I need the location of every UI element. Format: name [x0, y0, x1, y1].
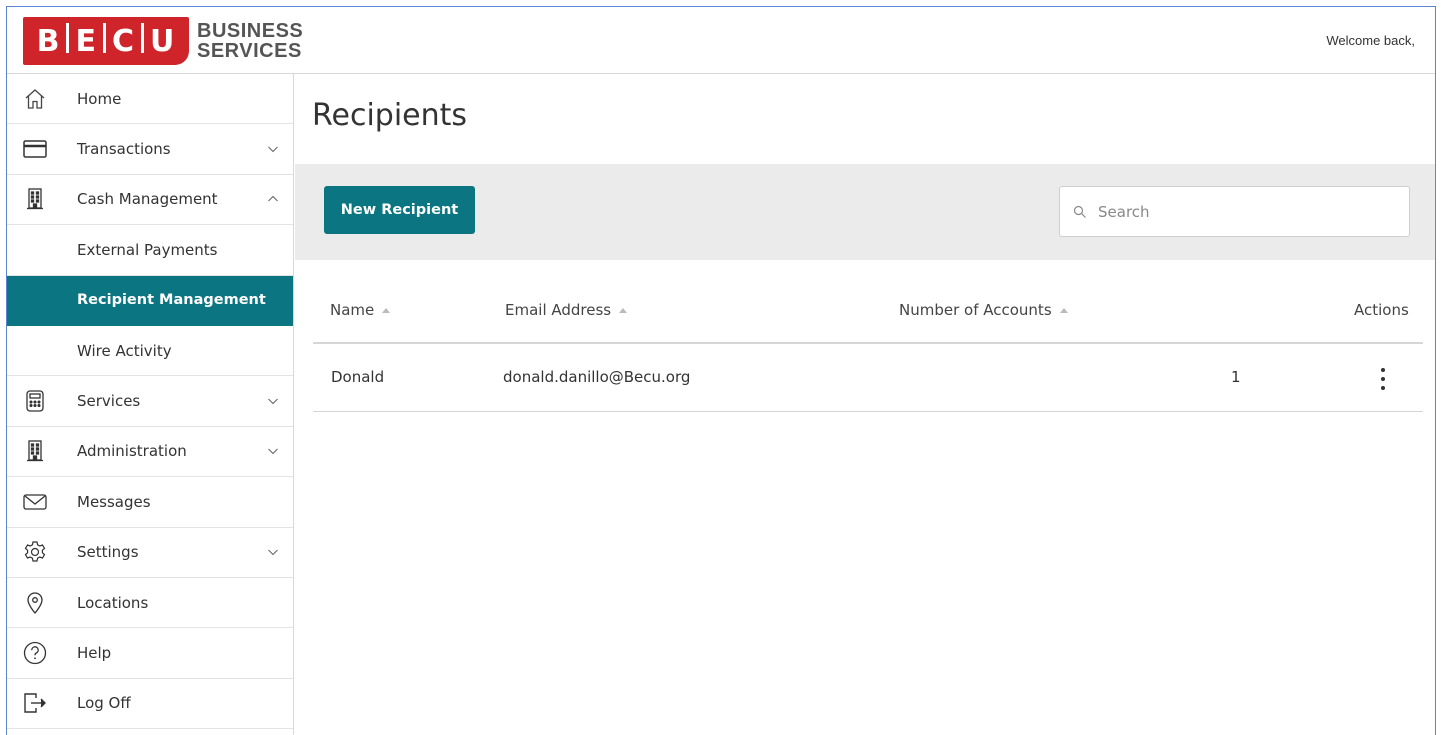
logo-letter: E [75, 23, 97, 59]
logo-separator [141, 23, 145, 53]
logo-separator [102, 23, 106, 53]
search-input[interactable] [1098, 187, 1398, 236]
logo-wordmark: BUSINESS SERVICES [197, 21, 303, 61]
envelope-icon [23, 490, 47, 514]
table-row[interactable]: Donald donald.danillo@Becu.org 1 [313, 344, 1423, 412]
recipient-email: donald.danillo@Becu.org [503, 368, 691, 386]
column-header-actions: Actions [1354, 301, 1409, 319]
search-box[interactable] [1059, 186, 1410, 237]
logo-line1: BUSINESS [197, 20, 304, 42]
sidebar-item-label: Services [77, 392, 141, 411]
sidebar-item-label: Log Off [77, 694, 131, 713]
recipients-table: Name Email Address Number of Accounts Ac… [313, 279, 1423, 412]
logo-letter: B [36, 23, 61, 59]
recipient-name: Donald [331, 368, 385, 386]
sidebar-item-label: Recipient Management [77, 292, 266, 309]
sort-arrow-icon [619, 307, 628, 313]
sidebar-item-settings[interactable]: Settings [7, 528, 293, 578]
app-window: B E C U BUSINESS SERVICES Welcome back, … [6, 6, 1436, 735]
question-icon [23, 641, 47, 665]
sidebar-item-label: Cash Management [77, 190, 218, 209]
becu-logo[interactable]: B E C U BUSINESS SERVICES [23, 17, 303, 65]
column-header-label: Actions [1354, 301, 1409, 319]
sidebar-item-label: Messages [77, 492, 151, 511]
sidebar-item-cash-management[interactable]: Cash Management [7, 175, 293, 226]
column-header-label: Number of Accounts [899, 301, 1052, 319]
logo-line2: SERVICES [197, 40, 302, 62]
chevron-down-icon [268, 449, 278, 455]
main-content: Recipients New Recipient Name Email Addr… [295, 74, 1435, 735]
location-pin-icon [23, 591, 47, 615]
sidebar-item-label: External Payments [77, 240, 218, 259]
sort-arrow-icon [382, 307, 391, 313]
recipient-account-count: 1 [1231, 368, 1241, 386]
sidebar-item-administration[interactable]: Administration [7, 427, 293, 478]
kebab-dot [1381, 377, 1385, 381]
sidebar-item-log-off[interactable]: Log Off [7, 679, 293, 730]
logo-badge: B E C U [23, 17, 189, 65]
sidebar-item-label: Help [77, 643, 112, 662]
gear-icon [23, 540, 47, 564]
header: B E C U BUSINESS SERVICES Welcome back, [7, 7, 1435, 74]
sidebar-item-label: Transactions [77, 140, 171, 159]
home-icon [23, 87, 47, 111]
column-header-accounts[interactable]: Number of Accounts [899, 301, 1068, 319]
calculator-icon [23, 389, 47, 413]
chevron-down-icon [268, 146, 278, 153]
column-header-label: Email Address [505, 301, 612, 319]
sidebar-item-home[interactable]: Home [7, 74, 293, 125]
column-header-email[interactable]: Email Address [505, 301, 628, 319]
chevron-down-icon [268, 549, 278, 556]
logo-separator [66, 23, 70, 53]
sidebar-item-recipient-management[interactable]: Recipient Management [7, 275, 293, 326]
card-icon [23, 137, 47, 161]
sort-arrow-icon [1059, 307, 1068, 313]
chevron-down-icon [268, 398, 278, 405]
column-header-label: Name [330, 301, 375, 319]
sidebar-item-help[interactable]: Help [7, 628, 293, 679]
column-header-name[interactable]: Name [330, 301, 391, 319]
sidebar-item-label: Wire Activity [77, 341, 172, 360]
sidebar-item-label: Administration [77, 442, 187, 461]
sidebar-item-label: Locations [77, 593, 149, 612]
sidebar-item-messages[interactable]: Messages [7, 477, 293, 528]
kebab-dot [1381, 368, 1385, 372]
sidebar-item-label: Home [77, 89, 122, 108]
chevron-up-icon [268, 196, 278, 202]
kebab-dot [1381, 386, 1385, 390]
building-icon [23, 187, 47, 211]
sidebar-item-transactions[interactable]: Transactions [7, 124, 293, 175]
logout-icon [23, 691, 47, 715]
sidebar-item-external-payments[interactable]: External Payments [7, 225, 293, 276]
page-title: Recipients [312, 98, 468, 133]
sidebar-item-services[interactable]: Services [7, 376, 293, 427]
sidebar: Home Transactions Cash Management Extern… [7, 74, 294, 735]
sidebar-item-wire-activity[interactable]: Wire Activity [7, 326, 293, 377]
row-actions-menu-icon[interactable] [1373, 366, 1393, 392]
logo-letter: C [111, 23, 136, 59]
logo-letter: U [150, 23, 176, 59]
search-icon [1073, 205, 1086, 218]
sidebar-item-locations[interactable]: Locations [7, 578, 293, 629]
toolbar: New Recipient [295, 164, 1435, 260]
table-header: Name Email Address Number of Accounts Ac… [313, 279, 1423, 344]
sidebar-item-label: Settings [77, 543, 139, 562]
building-icon [23, 439, 47, 463]
new-recipient-button[interactable]: New Recipient [324, 186, 475, 234]
welcome-message: Welcome back, [1326, 33, 1415, 48]
